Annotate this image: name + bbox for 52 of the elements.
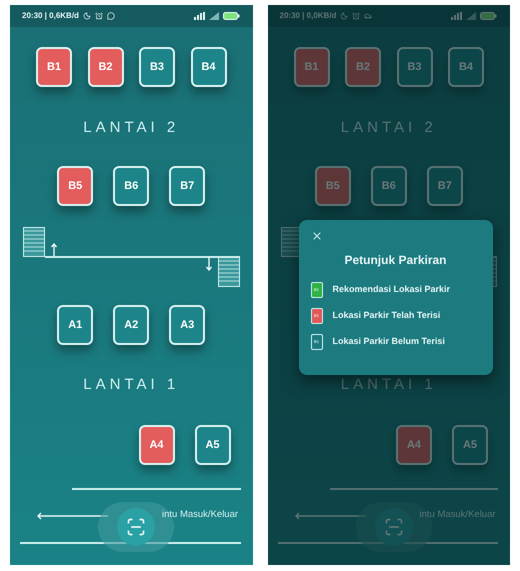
parking-slot[interactable]: B5 <box>57 166 94 206</box>
close-icon[interactable] <box>310 230 322 242</box>
floor-label: LANTAI 2 <box>340 118 437 138</box>
parking-slot[interactable]: A4 <box>138 425 174 465</box>
parking-slot[interactable]: B2 <box>345 47 381 87</box>
floor-label: LANTAI 1 <box>83 374 180 395</box>
down-arrow-icon <box>206 257 212 271</box>
up-arrow-icon <box>51 243 57 257</box>
chat-icon <box>106 12 115 20</box>
parking-slot[interactable]: B1 <box>294 47 330 87</box>
moon-icon <box>340 12 348 20</box>
parking-slot[interactable]: B2 <box>88 47 124 87</box>
floor-label: LANTAI 2 <box>83 118 180 138</box>
signal-icon <box>466 12 476 20</box>
parking-slot[interactable]: B3 <box>396 47 432 87</box>
dialog-title: Petunjuk Parkiran <box>344 253 447 267</box>
parking-slot[interactable]: B7 <box>426 166 463 206</box>
parking-slot[interactable]: B7 <box>169 166 206 206</box>
moon-icon <box>82 12 91 20</box>
status-time: 20:30 | 0,0KB/d <box>280 10 336 22</box>
status-time: 20:30 | 0,6KB/d <box>22 10 79 22</box>
entry-exit-label: intu Masuk/Keluar <box>162 508 238 522</box>
parking-slot[interactable]: B1 <box>36 47 72 87</box>
parking-slot[interactable]: A5 <box>452 425 488 465</box>
parking-slot[interactable]: A5 <box>194 425 230 465</box>
parking-slot[interactable]: A2 <box>113 305 150 345</box>
parking-slot[interactable]: B6 <box>113 166 150 206</box>
legend-label: Lokasi Parkir Belum Terisi <box>332 335 445 348</box>
parking-slot[interactable]: A3 <box>169 305 206 345</box>
alarm-icon <box>94 12 103 20</box>
signal-icon <box>208 12 218 20</box>
parking-slot[interactable]: B4 <box>448 47 484 87</box>
parking-slot[interactable]: B5 <box>314 166 351 206</box>
left-arrow-icon <box>36 512 108 520</box>
legend-label: Lokasi Parkir Telah Terisi <box>332 309 440 322</box>
entry-exit-label: intu Masuk/Keluar <box>420 508 496 522</box>
scan-icon <box>384 517 404 537</box>
parking-slot[interactable]: B6 <box>370 166 407 206</box>
battery-icon <box>222 12 240 20</box>
scan-icon <box>126 517 146 537</box>
floor-label: LANTAI 1 <box>340 374 437 395</box>
signal-icon <box>192 12 204 20</box>
signal-icon <box>450 12 462 20</box>
left-arrow-icon <box>294 512 366 520</box>
battery-icon <box>480 12 498 20</box>
parking-slot[interactable]: A1 <box>57 305 94 345</box>
car-icon <box>364 12 372 20</box>
legend-label: Rekomendasi Lokasi Parkir <box>332 283 450 296</box>
parking-slot[interactable]: B3 <box>139 47 175 87</box>
parking-slot[interactable]: A4 <box>396 425 432 465</box>
alarm-icon <box>352 12 360 20</box>
parking-slot[interactable]: B4 <box>190 47 226 87</box>
